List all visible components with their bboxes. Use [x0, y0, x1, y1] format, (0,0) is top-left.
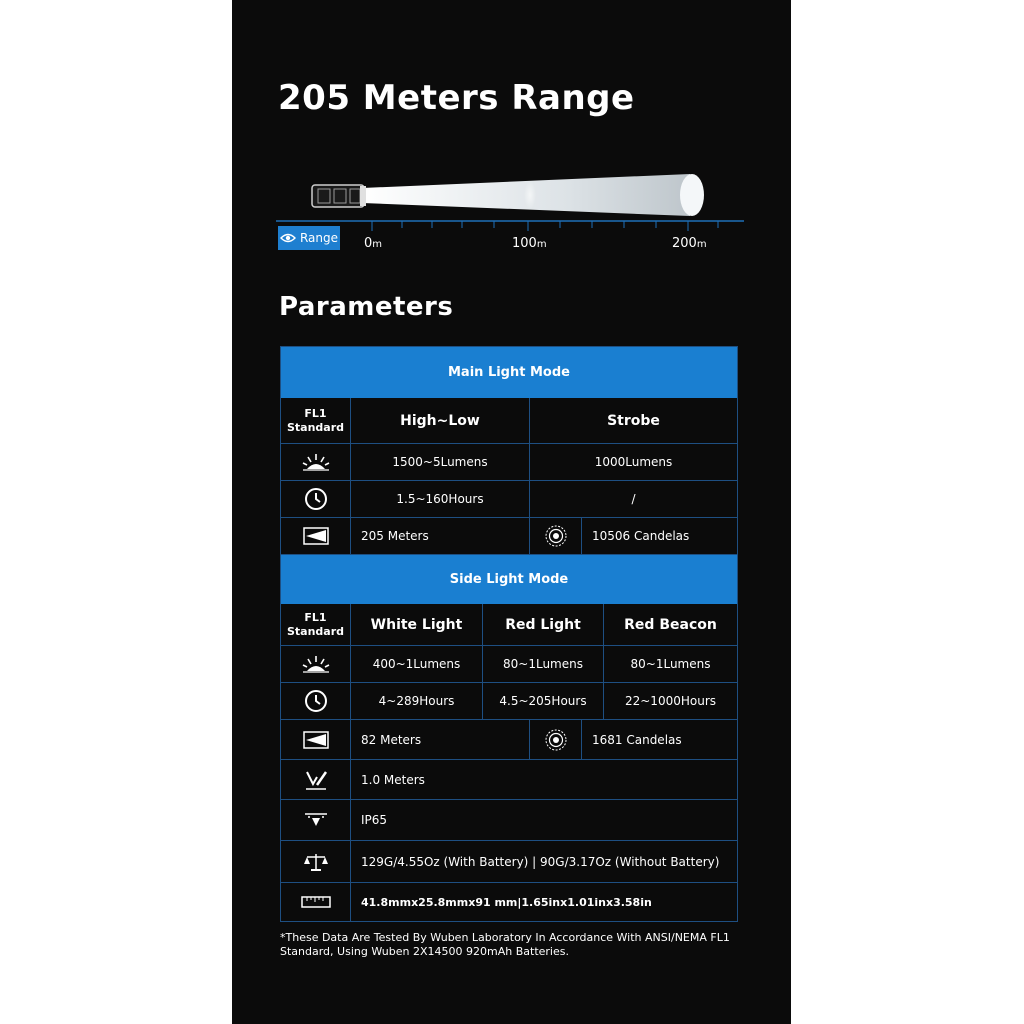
side-runtime-beacon: 22~1000Hours [604, 683, 737, 720]
side-runtime-icon-cell [281, 683, 351, 720]
tick-label-200: 200m [672, 236, 707, 251]
main-lumens-strobe: 1000Lumens [530, 444, 737, 481]
range-badge-label: Range [299, 231, 339, 245]
footnote: *These Data Are Tested By Wuben Laborato… [280, 931, 730, 958]
intensity-icon [545, 525, 566, 547]
side-runtime-white: 4~289Hours [351, 683, 483, 720]
impact-value: 1.0 Meters [351, 760, 737, 800]
parameters-table: Main Light Mode FL1 Standard High~Low Str… [280, 346, 738, 922]
side-col-red-beacon: Red Beacon [604, 604, 737, 646]
range-ruler-ticks [371, 221, 719, 231]
dimensions-icon-cell [281, 883, 351, 921]
flashlight-icon [311, 184, 366, 208]
side-standard-label: FL1 Standard [281, 604, 351, 646]
beam-distance-icon [302, 730, 329, 749]
main-standard-label: FL1 Standard [281, 398, 351, 444]
parameters-title: Parameters [279, 292, 454, 322]
impact-icon-cell [281, 760, 351, 800]
main-distance-icon-cell [281, 518, 351, 555]
main-mode-header: Main Light Mode [281, 347, 737, 398]
beam-distance-icon [302, 527, 329, 545]
intensity-icon [545, 729, 566, 750]
main-intensity-icon-cell [530, 518, 582, 555]
side-intensity-icon-cell [530, 720, 582, 760]
main-intensity-value: 10506 Candelas [582, 518, 737, 555]
main-lumens-icon-cell [281, 444, 351, 481]
dimensions-value: 41.8mmx25.8mmx91 mm|1.65inx1.01inx3.58in [361, 895, 652, 909]
tick-label-100: 100m [512, 236, 547, 251]
main-runtime-high-low: 1.5~160Hours [351, 481, 530, 518]
main-lumens-high-low: 1500~5Lumens [351, 444, 530, 481]
sunburst-icon [302, 454, 329, 471]
clock-icon [304, 690, 327, 712]
impact-resistance-icon [305, 770, 327, 790]
side-mode-header: Side Light Mode [281, 555, 737, 604]
side-lumens-white: 400~1Lumens [351, 646, 483, 683]
scale-icon [303, 853, 328, 871]
waterproof-icon [304, 813, 327, 826]
side-lumens-beacon: 80~1Lumens [604, 646, 737, 683]
side-distance-icon-cell [281, 720, 351, 760]
tick-label-0: 0m [364, 236, 383, 251]
clock-icon [304, 488, 327, 510]
side-lumens-icon-cell [281, 646, 351, 683]
eye-icon [279, 233, 296, 243]
waterproof-icon-cell [281, 800, 351, 841]
beam-end [680, 174, 704, 216]
main-distance-value: 205 Meters [351, 518, 530, 555]
side-intensity-value: 1681 Candelas [582, 720, 737, 760]
side-distance-value: 82 Meters [351, 720, 530, 760]
sunburst-icon [302, 656, 329, 673]
ruler-icon [300, 896, 331, 908]
weight-value: 129G/4.55Oz (With Battery) | 90G/3.17Oz … [351, 841, 737, 883]
side-runtime-red: 4.5~205Hours [483, 683, 604, 720]
range-badge: Range [278, 226, 340, 250]
side-col-white-light: White Light [351, 604, 483, 646]
side-col-red-light: Red Light [483, 604, 604, 646]
main-col-strobe: Strobe [530, 398, 737, 444]
waterproof-value: IP65 [351, 800, 737, 841]
range-diagram [276, 174, 744, 231]
main-col-high-low: High~Low [351, 398, 530, 444]
main-runtime-icon-cell [281, 481, 351, 518]
side-lumens-red: 80~1Lumens [483, 646, 604, 683]
weight-icon-cell [281, 841, 351, 883]
main-runtime-strobe: / [530, 481, 737, 518]
